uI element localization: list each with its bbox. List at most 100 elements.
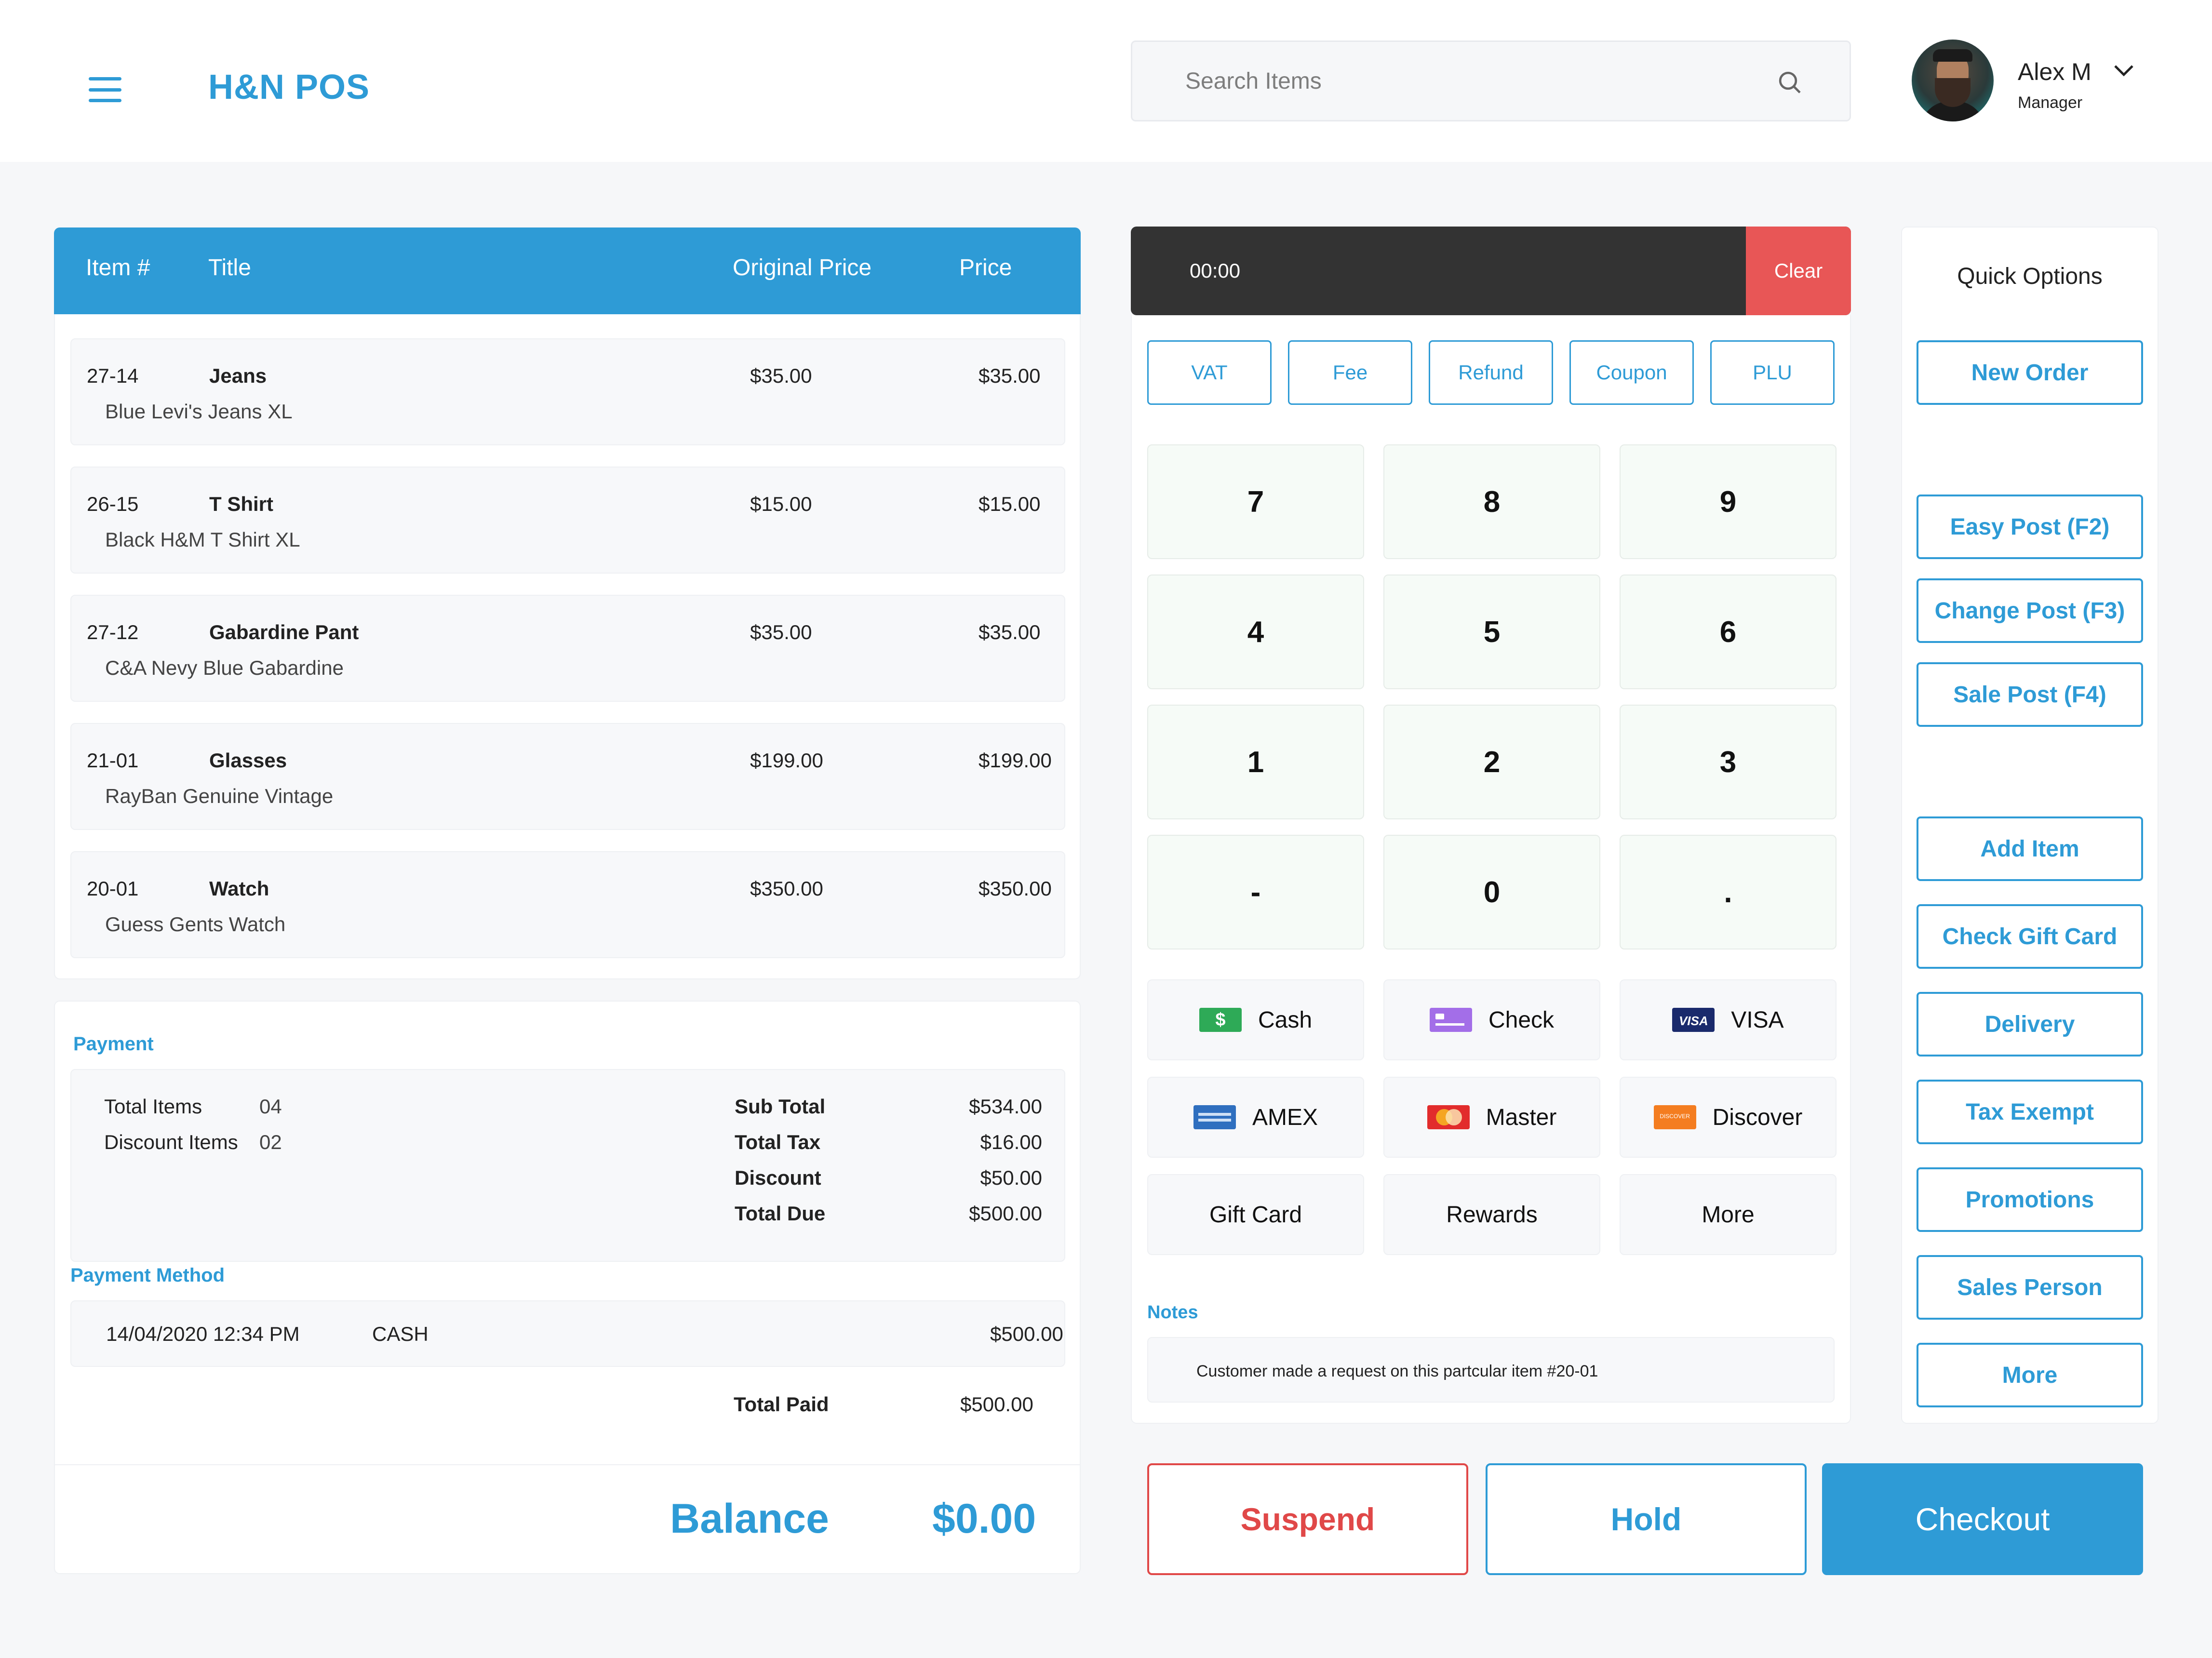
key-0[interactable]: 0 [1383,835,1600,949]
total-tax-label: Total Tax [735,1131,821,1153]
column-original-price: Original Price [733,255,872,281]
item-title: T Shirt [209,493,273,515]
key-minus[interactable]: - [1147,835,1364,949]
total-items-label: Total Items [104,1095,202,1118]
sub-total-label: Sub Total [735,1095,826,1118]
check-button[interactable]: Check [1383,979,1600,1060]
sub-total-value: $534.00 [969,1095,1042,1118]
total-paid-value: $500.00 [960,1393,1033,1416]
key-4[interactable]: 4 [1147,575,1364,689]
table-row[interactable]: 20-01 Watch Guess Gents Watch $350.00 $3… [70,851,1065,958]
total-tax-value: $16.00 [980,1131,1042,1153]
item-title: Gabardine Pant [209,621,359,643]
menu-icon[interactable] [89,77,121,102]
item-price: $350.00 [979,877,1052,900]
payment-label: Payment [73,1033,154,1055]
key-6[interactable]: 6 [1620,575,1837,689]
table-row[interactable]: 26-15 T Shirt Black H&M T Shirt XL $15.0… [70,467,1065,574]
divider [55,1464,1080,1465]
change-post-button[interactable]: Change Post (F3) [1917,578,2143,643]
table-row[interactable]: 21-01 Glasses RayBan Genuine Vintage $19… [70,723,1065,830]
coupon-button[interactable]: Coupon [1569,340,1694,405]
cash-button[interactable]: $ Cash [1147,979,1364,1060]
discount-value: $50.00 [980,1166,1042,1189]
timer-bar: 00:00 Clear [1131,227,1851,315]
clear-button[interactable]: Clear [1746,227,1851,315]
quick-options-title: Quick Options [1957,264,2103,289]
column-price: Price [959,255,1012,281]
amex-icon [1193,1105,1236,1129]
item-price: $15.00 [979,493,1041,515]
key-7[interactable]: 7 [1147,444,1364,559]
payment-method-row[interactable]: 14/04/2020 12:34 PM CASH $500.00 [70,1300,1065,1367]
visa-label: VISA [1731,1007,1784,1033]
item-original-price: $350.00 [750,877,823,900]
discount-items-label: Discount Items [104,1131,238,1153]
payment-datetime: 14/04/2020 12:34 PM [106,1323,300,1345]
item-number: 26-15 [87,493,139,515]
key-8[interactable]: 8 [1383,444,1600,559]
fee-button[interactable]: Fee [1288,340,1412,405]
item-title: Jeans [209,364,267,387]
item-price: $199.00 [979,749,1052,772]
vat-button[interactable]: VAT [1147,340,1272,405]
key-decimal[interactable]: . [1620,835,1837,949]
payment-summary: Total Items 04 Discount Items 02 Sub Tot… [70,1069,1065,1262]
visa-icon: VISA [1672,1008,1715,1032]
item-price: $35.00 [979,364,1041,387]
table-row[interactable]: 27-12 Gabardine Pant C&A Nevy Blue Gabar… [70,595,1065,702]
search-box[interactable] [1131,40,1851,121]
add-item-button[interactable]: Add Item [1917,816,2143,881]
discover-button[interactable]: DISCOVER Discover [1620,1077,1837,1158]
total-paid-label: Total Paid [734,1393,829,1416]
delivery-button[interactable]: Delivery [1917,992,2143,1056]
item-original-price: $15.00 [750,493,812,515]
key-2[interactable]: 2 [1383,705,1600,819]
more-options-button[interactable]: More [1917,1343,2143,1407]
sales-person-button[interactable]: Sales Person [1917,1255,2143,1320]
cash-label: Cash [1258,1007,1313,1033]
key-1[interactable]: 1 [1147,705,1364,819]
avatar[interactable] [1912,40,1994,121]
payment-method-label: Payment Method [70,1265,225,1286]
user-role: Manager [2018,94,2083,112]
item-description: C&A Nevy Blue Gabardine [105,656,344,679]
amex-label: AMEX [1252,1104,1318,1130]
checkout-button[interactable]: Checkout [1822,1463,2143,1575]
key-3[interactable]: 3 [1620,705,1837,819]
search-input[interactable] [1185,67,1796,94]
mastercard-icon [1427,1105,1470,1129]
new-order-button[interactable]: New Order [1917,340,2143,405]
search-icon[interactable] [1776,69,1803,96]
notes-field[interactable]: Customer made a request on this partcula… [1147,1337,1835,1403]
hold-button[interactable]: Hold [1486,1463,1807,1575]
more-payment-button[interactable]: More [1620,1174,1837,1255]
discover-label: Discover [1712,1104,1803,1130]
item-number: 27-12 [87,621,139,643]
total-items-value: 04 [259,1095,282,1118]
user-name: Alex M [2018,58,2091,85]
rewards-button[interactable]: Rewards [1383,1174,1600,1255]
check-gift-card-button[interactable]: Check Gift Card [1917,904,2143,969]
suspend-button[interactable]: Suspend [1147,1463,1468,1575]
refund-button[interactable]: Refund [1429,340,1553,405]
plu-button[interactable]: PLU [1710,340,1835,405]
tax-exempt-button[interactable]: Tax Exempt [1917,1080,2143,1144]
easy-post-button[interactable]: Easy Post (F2) [1917,495,2143,559]
amex-button[interactable]: AMEX [1147,1077,1364,1158]
column-title: Title [208,255,251,281]
gift-card-button[interactable]: Gift Card [1147,1174,1364,1255]
mastercard-button[interactable]: Master [1383,1077,1600,1158]
check-icon [1429,1008,1472,1032]
table-row[interactable]: 27-14 Jeans Blue Levi's Jeans XL $35.00 … [70,338,1065,445]
item-title: Watch [209,877,269,900]
cash-icon: $ [1199,1008,1242,1032]
promotions-button[interactable]: Promotions [1917,1167,2143,1232]
key-5[interactable]: 5 [1383,575,1600,689]
column-item-number: Item # [86,255,150,281]
key-9[interactable]: 9 [1620,444,1837,559]
visa-button[interactable]: VISA VISA [1620,979,1837,1060]
sale-post-button[interactable]: Sale Post (F4) [1917,662,2143,727]
payment-amount: $500.00 [990,1323,1063,1345]
chevron-down-icon[interactable] [2113,64,2134,78]
